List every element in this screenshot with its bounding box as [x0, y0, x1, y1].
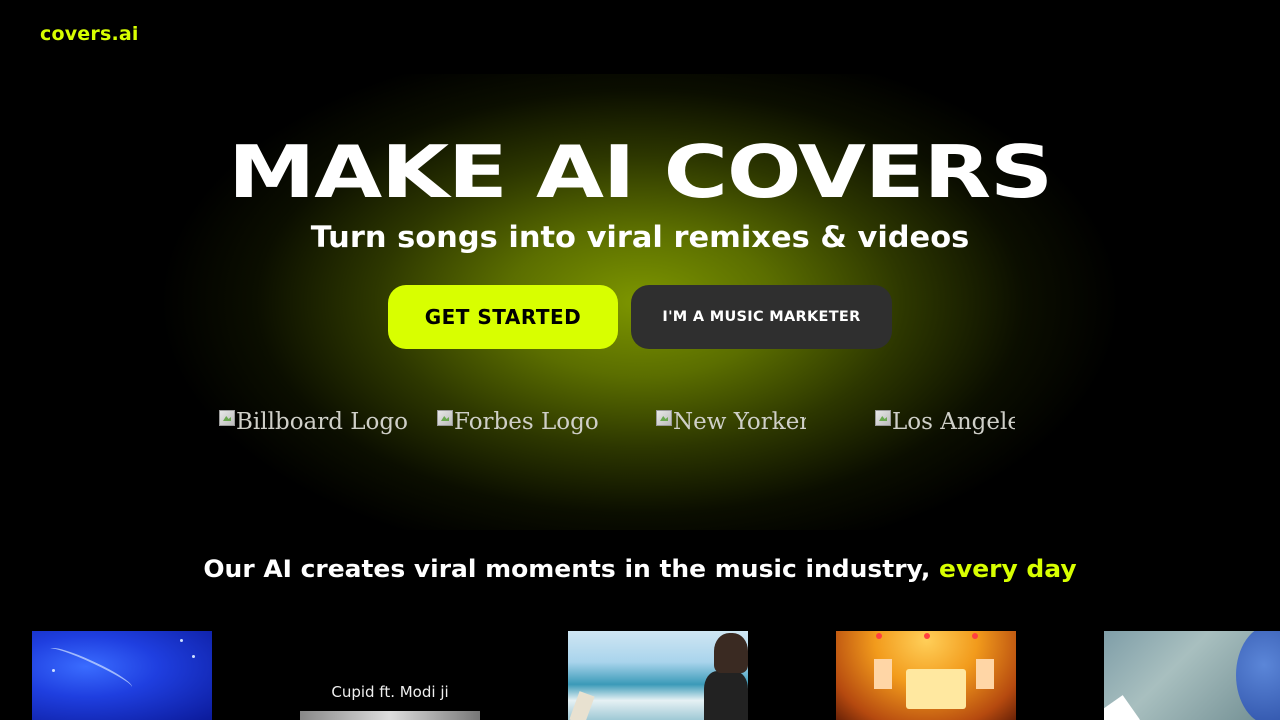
- video-thumbnail[interactable]: Cupid ft. Modi ji: [300, 631, 480, 720]
- broken-image-icon: [219, 410, 235, 426]
- press-logos-row: Billboard Logo Forbes Logo New Yorker Lo…: [0, 407, 1280, 437]
- tagline-accent: every day: [939, 555, 1077, 583]
- los-angeles-logo: Los Angeles: [875, 407, 1015, 435]
- tagline-text: Our AI creates viral moments in the musi…: [203, 555, 931, 583]
- broken-image-icon: [656, 410, 672, 426]
- video-carousel: Cupid ft. Modi ji: [0, 631, 1280, 720]
- forbes-logo: Forbes Logo: [437, 407, 637, 435]
- forbes-logo-alt: Forbes Logo: [454, 409, 599, 435]
- hero-subheadline: Turn songs into viral remixes & videos: [310, 220, 970, 254]
- video-thumbnail[interactable]: [568, 631, 748, 720]
- brand-logo-link[interactable]: covers.ai: [40, 23, 139, 45]
- broken-image-icon: [437, 410, 453, 426]
- music-marketer-button[interactable]: I'M A MUSIC MARKETER: [631, 285, 892, 349]
- video-thumbnail[interactable]: [32, 631, 212, 720]
- los-angeles-logo-alt: Los Angeles: [892, 409, 1015, 435]
- new-yorker-logo-alt: New Yorker: [673, 409, 806, 435]
- broken-image-icon: [875, 410, 891, 426]
- billboard-logo-alt: Billboard Logo: [236, 409, 408, 435]
- get-started-button[interactable]: GET STARTED: [388, 285, 618, 349]
- video-caption: Cupid ft. Modi ji: [331, 683, 449, 701]
- video-thumbnail[interactable]: [836, 631, 1016, 720]
- new-yorker-logo: New Yorker: [656, 407, 806, 435]
- video-thumbnail[interactable]: [1104, 631, 1280, 720]
- billboard-logo: Billboard Logo: [219, 407, 419, 435]
- viral-moments-tagline: Our AI creates viral moments in the musi…: [0, 551, 1280, 587]
- hero-headline: MAKE AI COVERS: [228, 130, 1053, 214]
